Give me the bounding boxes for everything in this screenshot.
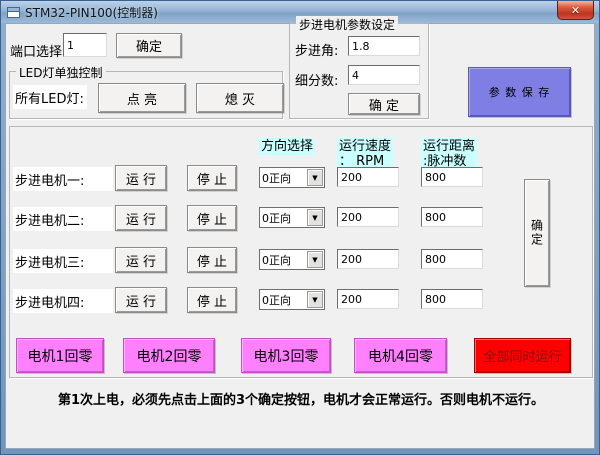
motor-4-zero-button[interactable]: 电机4回零 [354, 338, 447, 373]
close-icon: ✕ [571, 4, 580, 17]
app-icon [7, 7, 20, 18]
motor-2-stop-button[interactable]: 停 止 [187, 205, 237, 231]
motor-2-zero-button[interactable]: 电机2回零 [123, 338, 215, 373]
motor-row-1: 步进电机一: 运 行 停 止 0正向 ▼ [1, 165, 600, 193]
motor-1-distance-input[interactable] [421, 167, 483, 187]
close-button[interactable]: ✕ [557, 1, 594, 20]
led-group-title: LED灯单独控制 [16, 64, 106, 81]
speed-header-line1: 运行速度 [339, 139, 391, 154]
distance-header-line1: 运行距离 [423, 139, 475, 154]
rows-confirm-button[interactable]: 确定 [524, 179, 550, 287]
motor-row-2: 步进电机二: 运 行 停 止 0正向 ▼ [1, 205, 600, 233]
motor-1-direction-select[interactable]: 0正向 ▼ [259, 167, 325, 188]
motor-4-direction-select[interactable]: 0正向 ▼ [259, 289, 325, 310]
motor-1-speed-input[interactable] [337, 167, 399, 187]
motor-2-direction-select[interactable]: 0正向 ▼ [259, 207, 325, 228]
motor-1-label: 步进电机一: [13, 167, 113, 191]
motor-2-run-button[interactable]: 运 行 [115, 205, 167, 231]
motor-row-4: 步进电机四: 运 行 停 止 0正向 ▼ [1, 287, 600, 315]
motor-2-label: 步进电机二: [13, 207, 113, 231]
app-window: STM32-PIN100(控制器) ✕ 端口选择: 确定 LED灯单独控制 所有… [0, 0, 600, 455]
footer-note: 第1次上电，必须先点击上面的3个确定按钮，电机才会正常运行。否则电机不运行。 [1, 389, 600, 408]
direction-header-label: 方向选择 [261, 139, 313, 154]
motor-4-distance-input[interactable] [421, 289, 483, 309]
motor-1-direction-value: 0正向 [260, 170, 306, 186]
motor-4-speed-input[interactable] [337, 289, 399, 309]
all-led-label: 所有LED灯: [13, 85, 87, 109]
led-off-button[interactable]: 熄 灭 [196, 83, 284, 113]
motor-4-label: 步进电机四: [13, 289, 113, 313]
chevron-down-icon[interactable]: ▼ [307, 209, 323, 226]
motor-3-run-button[interactable]: 运 行 [115, 247, 167, 273]
motor-2-speed-input[interactable] [337, 207, 399, 227]
motor-3-direction-select[interactable]: 0正向 ▼ [259, 249, 325, 270]
window-title: STM32-PIN100(控制器) [25, 4, 158, 21]
motor-4-run-button[interactable]: 运 行 [115, 287, 167, 313]
motor-2-direction-value: 0正向 [260, 210, 306, 226]
run-all-button[interactable]: 全部同时运行 [474, 338, 571, 373]
motor-1-run-button[interactable]: 运 行 [115, 165, 167, 191]
motor-3-distance-input[interactable] [421, 249, 483, 269]
port-input[interactable] [63, 33, 107, 57]
direction-column-header: 方向选择 [259, 138, 315, 155]
motor-4-direction-value: 0正向 [260, 292, 306, 308]
motor-1-stop-button[interactable]: 停 止 [187, 165, 237, 191]
motor-3-stop-button[interactable]: 停 止 [187, 247, 237, 273]
subdivision-label: 细分数: [295, 70, 338, 89]
chevron-down-icon[interactable]: ▼ [307, 291, 323, 308]
motor-4-stop-button[interactable]: 停 止 [187, 287, 237, 313]
step-angle-label: 步进角: [295, 40, 338, 59]
param-confirm-button[interactable]: 确 定 [348, 93, 420, 115]
motor-row-3: 步进电机三: 运 行 停 止 0正向 ▼ [1, 247, 600, 275]
motor-3-speed-input[interactable] [337, 249, 399, 269]
port-select-label: 端口选择: [10, 41, 66, 60]
save-params-button[interactable]: 参 数 保 存 [468, 67, 571, 117]
motor-3-direction-value: 0正向 [260, 252, 306, 268]
led-on-button[interactable]: 点 亮 [98, 83, 186, 113]
motor-1-zero-button[interactable]: 电机1回零 [16, 338, 104, 373]
chevron-down-icon[interactable]: ▼ [307, 169, 323, 186]
stepper-param-group-title: 步进电机参数设定 [296, 16, 398, 33]
motor-3-label: 步进电机三: [13, 249, 113, 273]
motor-2-distance-input[interactable] [421, 207, 483, 227]
port-confirm-button[interactable]: 确定 [116, 33, 182, 58]
motor-3-zero-button[interactable]: 电机3回零 [241, 338, 331, 373]
step-angle-input[interactable] [348, 36, 420, 56]
chevron-down-icon[interactable]: ▼ [307, 251, 323, 268]
subdivision-input[interactable] [348, 65, 420, 85]
app-icon-titlebar [8, 8, 19, 12]
